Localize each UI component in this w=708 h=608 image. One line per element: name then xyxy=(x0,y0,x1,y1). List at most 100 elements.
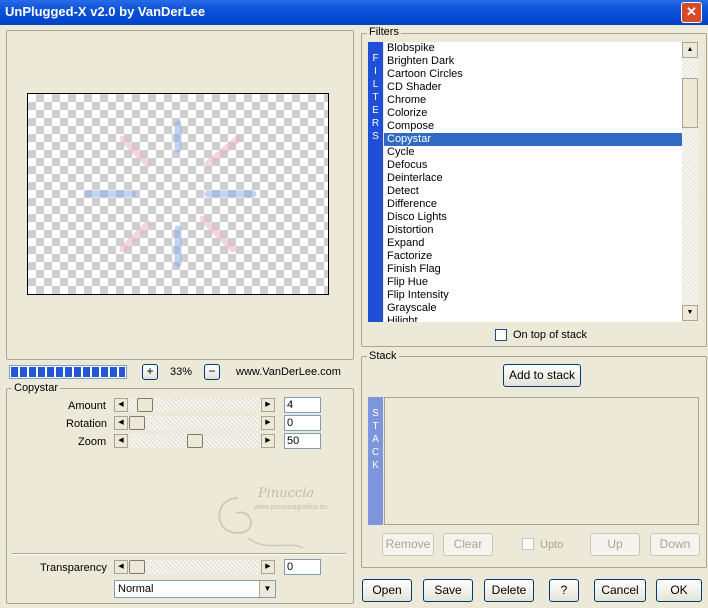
stack-letter: C xyxy=(371,447,380,458)
progress-fill xyxy=(11,367,125,377)
filters-letter: S xyxy=(372,131,379,142)
stack-letter: K xyxy=(372,460,379,471)
progress-bar xyxy=(9,365,127,379)
stack-letter: A xyxy=(372,434,379,445)
rotation-slider-track[interactable] xyxy=(129,416,261,430)
filter-item[interactable]: Distortion xyxy=(384,224,682,237)
scroll-down-arrow[interactable]: ▼ xyxy=(682,305,698,321)
stack-list[interactable] xyxy=(384,397,699,525)
transparency-left-arrow[interactable]: ◀ xyxy=(114,560,128,574)
filter-list-scrollbar[interactable]: ▲ ▼ xyxy=(682,42,699,322)
add-to-stack-button[interactable]: Add to stack xyxy=(503,364,581,387)
filter-item[interactable]: Flip Hue xyxy=(384,276,682,289)
title-bar: UnPlugged-X v2.0 by VanDerLee ✕ xyxy=(0,0,708,25)
rotation-label: Rotation xyxy=(66,418,107,430)
transparency-slider-thumb[interactable] xyxy=(129,560,145,574)
filter-item[interactable]: Detect xyxy=(384,185,682,198)
filter-item[interactable]: Chrome xyxy=(384,94,682,107)
scroll-up-arrow[interactable]: ▲ xyxy=(682,42,698,58)
transparency-slider-track[interactable] xyxy=(129,560,261,574)
amount-label: Amount xyxy=(68,400,106,412)
filters-group-title: Filters xyxy=(367,26,401,38)
zoom-left-arrow[interactable]: ◀ xyxy=(114,434,128,448)
filters-letter: E xyxy=(372,105,379,116)
watermark-url: www.pinucciagrafica.eu xyxy=(254,504,328,511)
help-button[interactable]: ? xyxy=(549,579,579,602)
rotation-left-arrow[interactable]: ◀ xyxy=(114,416,128,430)
filter-item[interactable]: Hilight xyxy=(384,315,682,322)
filters-letter: T xyxy=(372,92,379,103)
zoom-value: 33% xyxy=(169,366,193,378)
chevron-down-icon[interactable]: ▼ xyxy=(259,581,275,597)
filter-item[interactable]: Brighten Dark xyxy=(384,55,682,68)
filter-item[interactable]: Expand xyxy=(384,237,682,250)
upto-label: Upto xyxy=(540,539,564,551)
filter-item[interactable]: Finish Flag xyxy=(384,263,682,276)
website-link[interactable]: www.VanDerLee.com xyxy=(236,366,341,378)
amount-left-arrow[interactable]: ◀ xyxy=(114,398,128,412)
stack-vertical-label: STACK xyxy=(368,397,383,525)
zoom-in-button[interactable]: + xyxy=(142,364,158,380)
filter-item[interactable]: Factorize xyxy=(384,250,682,263)
filter-item[interactable]: Colorize xyxy=(384,107,682,120)
filters-letter: R xyxy=(371,118,380,129)
save-button[interactable]: Save xyxy=(423,579,473,602)
rotation-slider-thumb[interactable] xyxy=(129,416,145,430)
rotation-right-arrow[interactable]: ▶ xyxy=(261,416,275,430)
transparency-label: Transparency xyxy=(40,562,107,574)
filters-vertical-label: FILTERS xyxy=(368,42,383,322)
filter-item[interactable]: Grayscale xyxy=(384,302,682,315)
transparency-input[interactable]: 0 xyxy=(284,559,321,575)
upto-checkbox[interactable] xyxy=(522,538,534,550)
window-title: UnPlugged-X v2.0 by VanDerLee xyxy=(5,4,206,19)
blend-mode-select[interactable]: Normal ▼ xyxy=(114,580,276,598)
filter-item[interactable]: Disco Lights xyxy=(384,211,682,224)
filter-item[interactable]: Compose xyxy=(384,120,682,133)
close-button[interactable]: ✕ xyxy=(681,2,702,23)
stack-group-title: Stack xyxy=(367,350,399,362)
up-button[interactable]: Up xyxy=(590,533,640,556)
zoom-input[interactable]: 50 xyxy=(284,433,321,449)
stack-letter: T xyxy=(372,421,379,432)
params-group-title: Copystar xyxy=(12,382,61,394)
filter-item[interactable]: Cartoon Circles xyxy=(384,68,682,81)
filter-item[interactable]: Flip Intensity xyxy=(384,289,682,302)
zoom-right-arrow[interactable]: ▶ xyxy=(261,434,275,448)
amount-slider-thumb[interactable] xyxy=(137,398,153,412)
delete-button[interactable]: Delete xyxy=(484,579,534,602)
preview-canvas[interactable] xyxy=(27,93,329,295)
zoom-param-label: Zoom xyxy=(78,436,107,448)
amount-input[interactable]: 4 xyxy=(284,397,321,413)
blend-mode-value: Normal xyxy=(118,583,154,595)
clear-button[interactable]: Clear xyxy=(443,533,493,556)
cancel-button[interactable]: Cancel xyxy=(594,579,646,602)
watermark-name: Pinuccia xyxy=(258,486,315,501)
on-top-checkbox[interactable] xyxy=(495,329,507,341)
down-button[interactable]: Down xyxy=(650,533,700,556)
rotation-input[interactable]: 0 xyxy=(284,415,321,431)
filter-item[interactable]: Deinterlace xyxy=(384,172,682,185)
filter-item[interactable]: Copystar xyxy=(384,133,682,146)
filter-item[interactable]: Difference xyxy=(384,198,682,211)
zoom-slider-thumb[interactable] xyxy=(187,434,203,448)
close-icon: ✕ xyxy=(686,4,697,19)
filter-item[interactable]: Cycle xyxy=(384,146,682,159)
scroll-thumb[interactable] xyxy=(682,78,698,128)
filter-item[interactable]: Blobspike xyxy=(384,42,682,55)
filter-list[interactable]: Blobspike Brighten Dark Cartoon Circles CD … xyxy=(384,42,682,322)
on-top-label: On top of stack xyxy=(513,329,587,341)
filter-item[interactable]: Defocus xyxy=(384,159,682,172)
ok-button[interactable]: OK xyxy=(656,579,702,602)
amount-right-arrow[interactable]: ▶ xyxy=(261,398,275,412)
stack-letter: S xyxy=(372,408,379,419)
transparency-right-arrow[interactable]: ▶ xyxy=(261,560,275,574)
filters-letter: L xyxy=(372,79,379,90)
open-button[interactable]: Open xyxy=(362,579,412,602)
filters-letter: F xyxy=(372,53,379,64)
watermark: Pinuccia www.pinucciagrafica.eu xyxy=(208,478,368,558)
filters-letter: I xyxy=(374,66,377,77)
copystar-preview-image xyxy=(84,120,257,268)
filter-item[interactable]: CD Shader xyxy=(384,81,682,94)
zoom-out-button[interactable]: − xyxy=(204,364,220,380)
remove-button[interactable]: Remove xyxy=(382,533,434,556)
